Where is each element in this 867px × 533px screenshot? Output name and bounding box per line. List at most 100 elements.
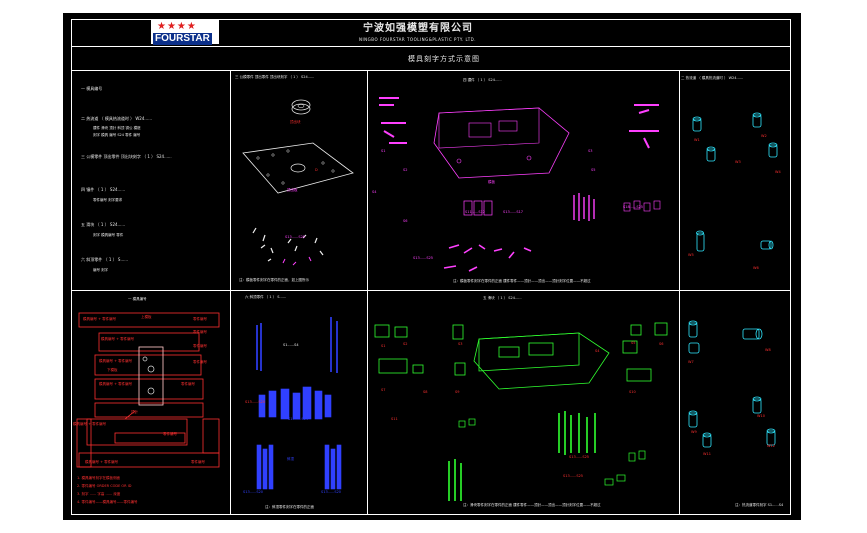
center-label: 上模板 <box>141 315 152 319</box>
part-label: S1 <box>381 149 386 153</box>
part-label: S6 <box>659 342 664 346</box>
slider-assembly-drawing <box>374 322 668 501</box>
panel-note: 注：滑块零件刻字在零件的正面 镶件零件——顶针——顶出——顶针刻字位置——不超过 <box>463 503 601 507</box>
company-name-cn: 宁波如强模塑有限公司 <box>363 23 473 34</box>
right-label: 零件编号 <box>191 460 205 464</box>
part-label: S13......S25 <box>563 474 584 478</box>
list-item: 五 滑块 （ 1 ） S24...... <box>81 222 126 227</box>
part-label: S11......S12 <box>465 210 486 214</box>
list-item: 四 镶件 （ 1 ） S24...... <box>81 187 126 192</box>
panel-title: 五 滑块 （ 1 ） S24...... <box>483 296 522 300</box>
col-sep-3 <box>679 70 680 515</box>
footnote: 3. 刻字 ...... 字高 ...... 深度 <box>77 492 121 496</box>
sheet-title: 模具刻字方式示意图 <box>408 55 480 63</box>
plate-label: 模具编号 + 零件编号 <box>99 382 133 386</box>
title-separator <box>71 70 791 71</box>
logo-text: FOURSTAR <box>153 33 212 45</box>
list-note: 零件编号 刻字要求 <box>93 198 123 202</box>
plate-label: 模具编号 + 零件编号 <box>101 337 135 341</box>
right-label: 零件编号 <box>193 317 207 321</box>
right-label: 零件编号 <box>193 360 207 364</box>
part-label: S13......S14 <box>288 417 309 421</box>
part-label: W8 <box>765 348 771 352</box>
part-label: W11 <box>703 452 711 456</box>
part-label: 斜顶 <box>287 457 294 461</box>
part-label: S5 <box>591 168 596 172</box>
part-label: W7 <box>688 360 694 364</box>
part-label: D <box>315 168 318 172</box>
plate-label: 模具编号 + 零件编号 <box>99 359 133 363</box>
list-item: 二 热流道 （ 模具热流道时 ） W24...... <box>81 116 153 121</box>
part-label: S2 <box>403 342 408 346</box>
list-note: 编号 刻字 <box>93 268 109 272</box>
part-label: S13......S20 <box>245 400 266 404</box>
col-sep-1 <box>230 70 231 515</box>
logo-stars: ★★★★ <box>157 21 197 32</box>
right-label: 零件编号 <box>193 344 207 348</box>
panel-note: 注：斜顶零件刻字在零件的正面 <box>265 505 314 509</box>
panel-title: 六 斜顶零件 （ 1 ） S...... <box>245 295 287 299</box>
footnote: 1. 模具编号刻字在模板侧面 <box>77 476 120 480</box>
list-item: 六 斜顶零件 （ 1 ） S...... <box>81 257 129 262</box>
part-label: S8 <box>423 390 428 394</box>
part-label: S6 <box>403 219 408 223</box>
nozzle-parts-drawing <box>688 320 776 448</box>
panel-title: 一 模具编号 <box>128 297 147 301</box>
list-item: 三 公模零件 顶出零件 顶出块刻字 （ 1 ） S24...... <box>81 154 172 159</box>
part-label: W6 <box>753 266 759 270</box>
part-label: 顶出板 <box>287 188 298 192</box>
mid-separator <box>71 290 791 291</box>
list-note: 刻字 模具编号 零件 <box>93 233 124 237</box>
part-label: W9 <box>691 430 697 434</box>
part-label: S13......S20 <box>321 490 342 494</box>
part-label: S13......S17 <box>503 210 524 214</box>
right-label: 零件编号 <box>181 382 195 386</box>
footnote: 4. 零件编号——模具编号——零件编号 <box>77 500 138 504</box>
part-label: S4 <box>372 190 377 194</box>
part-label: W4 <box>775 170 781 174</box>
part-label: S13......S25 <box>569 455 590 459</box>
part-label: W3 <box>735 160 741 164</box>
panel-note: 注：模板零件刻字在零件的正面 镶件零件——顶针——顶出——顶针刻字位置——不超过 <box>453 279 591 283</box>
footnote: 2. 零件编号 ORDER CODE OR ID <box>77 484 132 488</box>
list-note: 刻字 模具 编号 S24 零件 编号 <box>93 133 141 137</box>
panel-title: 三 公模零件 顶出零件 顶出块刻字 （ 1 ） S24...... <box>235 75 315 79</box>
part-label: S1......S4 <box>283 343 299 347</box>
part-label: S13......S25 <box>413 256 434 260</box>
part-label: W1 <box>694 138 700 142</box>
part-label: S13......S20 <box>243 490 264 494</box>
center-label: 下模板 <box>107 368 118 372</box>
panel-title: 二 热流道 （ 模具热流道时 ） W24...... <box>681 76 744 80</box>
right-label: 零件编号 <box>163 432 177 436</box>
part-label: S3 <box>458 342 463 346</box>
part-label: W5 <box>688 253 694 257</box>
part-label: S3 <box>588 149 593 153</box>
part-label: 模板 <box>488 180 495 184</box>
plate-label: 模具编号 + 零件编号 <box>73 422 107 426</box>
part-label: S10 <box>629 390 636 394</box>
part-label: W12 <box>767 444 775 448</box>
company-logo: ★★★★ FOURSTAR <box>151 20 219 45</box>
part-label: W10 <box>757 414 765 418</box>
list-item: 一 模具编号 <box>81 86 103 91</box>
part-label: S5 <box>631 341 636 345</box>
part-label: S18......S25 <box>623 205 644 209</box>
header-separator <box>71 46 791 47</box>
part-label: S11 <box>391 417 398 421</box>
part-label: S2 <box>403 168 408 172</box>
right-label: 零件编号 <box>193 330 207 334</box>
col-sep-2 <box>367 70 368 515</box>
list-note: 镶件 滑块 顶针 斜顶 铜公 模胚 <box>93 126 141 130</box>
part-label: W2 <box>761 134 767 138</box>
hot-runner-drawing <box>692 112 778 252</box>
panel-note: 注：模板零件刻字在零件的正面，如上图所示 <box>239 278 309 282</box>
company-name-en: NINGBO FOURSTAR TOOLING&PLASTIC PTY. LTD… <box>359 37 477 42</box>
part-label: S7 <box>381 388 386 392</box>
plate-label: 模具编号 + 零件编号 <box>83 317 117 321</box>
part-label: S9 <box>455 390 460 394</box>
plate-label: 模具编号 + 零件编号 <box>85 460 119 464</box>
panel-title: 四 镶件 （ 1 ） S24...... <box>463 78 502 82</box>
center-label: 顶针 <box>131 410 138 414</box>
part-label: 顶出块 <box>290 120 301 124</box>
part-label: S1 <box>381 344 386 348</box>
